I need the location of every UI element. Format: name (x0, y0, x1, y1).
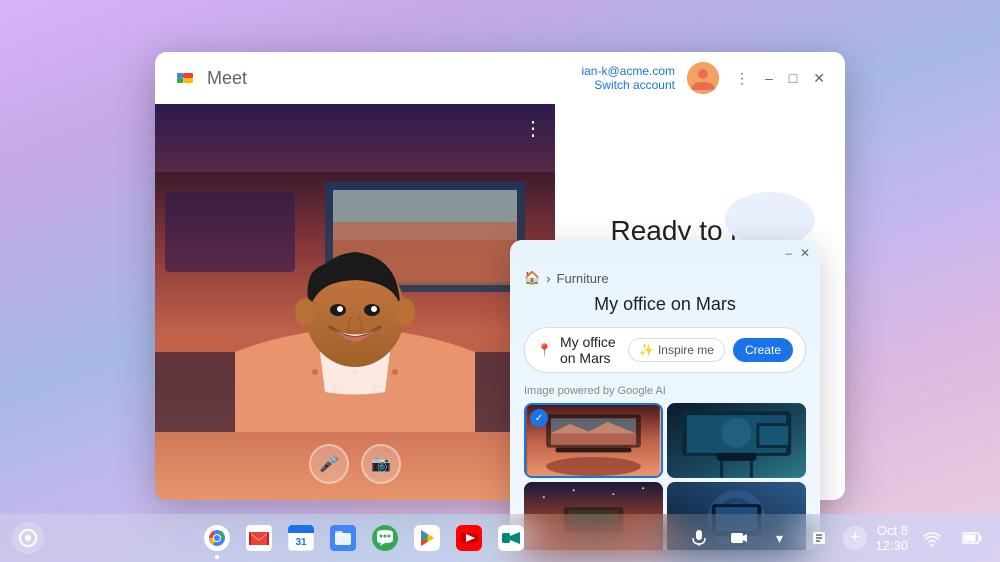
expand-icon[interactable]: ▾ (763, 522, 795, 554)
taskbar-gmail[interactable] (241, 520, 277, 556)
ai-panel-titlebar: – ✕ (510, 240, 820, 266)
svg-text:31: 31 (295, 537, 307, 548)
taskbar-center: 31 (44, 520, 683, 556)
ai-image-2[interactable] (667, 403, 806, 478)
calendar-icon: 31 (288, 525, 314, 551)
taskbar: 31 (0, 514, 1000, 562)
taskbar-play[interactable] (409, 520, 445, 556)
maximize-btn[interactable]: □ (785, 66, 801, 90)
camera-taskbar-icon[interactable] (723, 522, 755, 554)
mic-icon[interactable] (683, 522, 715, 554)
battery-icon[interactable] (956, 522, 988, 554)
notification-icon[interactable] (803, 522, 835, 554)
video-feed (155, 104, 555, 500)
video-controls: 🎤 📷 (309, 444, 401, 484)
meet-logo: Meet (171, 64, 247, 92)
date-time: Oct 8 12:30 (875, 523, 908, 553)
launcher-button[interactable] (12, 522, 44, 554)
ai-minimize-btn[interactable]: – (785, 246, 792, 260)
account-email: ian-k@acme.com (581, 64, 675, 78)
youtube-icon (456, 525, 482, 551)
taskbar-files[interactable] (325, 520, 361, 556)
camera-svg (730, 529, 748, 547)
ai-image-1[interactable]: ✓ (524, 403, 663, 478)
ai-image-2-visual (667, 403, 806, 478)
ai-breadcrumb: 🏠 › Furniture (510, 266, 820, 294)
files-icon (330, 525, 356, 551)
camera-control[interactable]: 📷 (361, 444, 401, 484)
inspire-label: Inspire me (658, 343, 714, 357)
ai-prompt-text[interactable]: My office on Mars (560, 334, 620, 366)
selected-badge: ✓ (530, 409, 548, 427)
taskbar-chat[interactable] (367, 520, 403, 556)
meet-account-info: ian-k@acme.com Switch account (581, 64, 675, 92)
chat-icon (372, 525, 398, 551)
ai-close-btn[interactable]: ✕ (800, 246, 810, 260)
wifi-svg (923, 529, 941, 547)
video-more-icon[interactable]: ⋮ (523, 116, 543, 141)
chrome-icon (204, 525, 230, 551)
ai-panel: – ✕ 🏠 › Furniture My office on Mars 📍 My… (510, 240, 820, 550)
avatar-image (687, 62, 719, 94)
add-icon[interactable]: + (843, 526, 867, 550)
mic-control[interactable]: 🎤 (309, 444, 349, 484)
mic-svg (690, 529, 708, 547)
meet-titlebar-right: ian-k@acme.com Switch account ⋮ – □ ✕ (581, 62, 829, 94)
gmail-icon (246, 525, 272, 551)
switch-account[interactable]: Switch account (581, 78, 675, 92)
inspire-me-button[interactable]: ✨ Inspire me (628, 338, 725, 362)
battery-svg (962, 532, 982, 544)
breadcrumb-furniture[interactable]: Furniture (557, 271, 609, 286)
taskbar-right: ▾ + Oct 8 12:30 (683, 522, 988, 554)
taskbar-left (12, 522, 44, 554)
ai-prompt-bar: 📍 My office on Mars ✨ Inspire me Create (524, 327, 806, 373)
taskbar-meet[interactable] (493, 520, 529, 556)
date-display: Oct 8 (875, 523, 908, 538)
ai-prompt-title: My office on Mars (524, 294, 806, 315)
play-store-icon (414, 525, 440, 551)
wifi-icon[interactable] (916, 522, 948, 554)
launcher-icon (18, 528, 38, 548)
taskbar-chrome[interactable] (199, 520, 235, 556)
decoration-blob (725, 192, 815, 247)
meet-taskbar-icon (498, 525, 524, 551)
chrome-indicator (215, 555, 219, 559)
location-icon: 📍 (537, 343, 552, 357)
breadcrumb-home-icon[interactable]: 🏠 (524, 270, 540, 286)
google-meet-icon (171, 64, 199, 92)
taskbar-calendar[interactable]: 31 (283, 520, 319, 556)
more-options-btn[interactable]: ⋮ (731, 66, 753, 91)
inspire-icon: ✨ (639, 343, 654, 357)
time-display: 12:30 (875, 538, 908, 553)
ai-powered-text: Image powered by Google AI (510, 385, 820, 403)
meet-titlebar: Meet ian-k@acme.com Switch account ⋮ – □… (155, 52, 845, 104)
user-avatar (687, 62, 719, 94)
meet-title: Meet (207, 68, 247, 89)
minimize-btn[interactable]: – (761, 66, 777, 90)
video-area: ⋮ 🎤 📷 (155, 104, 555, 500)
ai-search-area: My office on Mars 📍 My office on Mars ✨ … (510, 294, 820, 385)
create-button[interactable]: Create (733, 338, 793, 362)
notification-svg (810, 529, 828, 547)
taskbar-youtube[interactable] (451, 520, 487, 556)
person-video (155, 104, 555, 500)
window-controls: ⋮ – □ ✕ (731, 66, 829, 91)
close-btn[interactable]: ✕ (809, 66, 829, 91)
breadcrumb-separator: › (546, 271, 550, 286)
